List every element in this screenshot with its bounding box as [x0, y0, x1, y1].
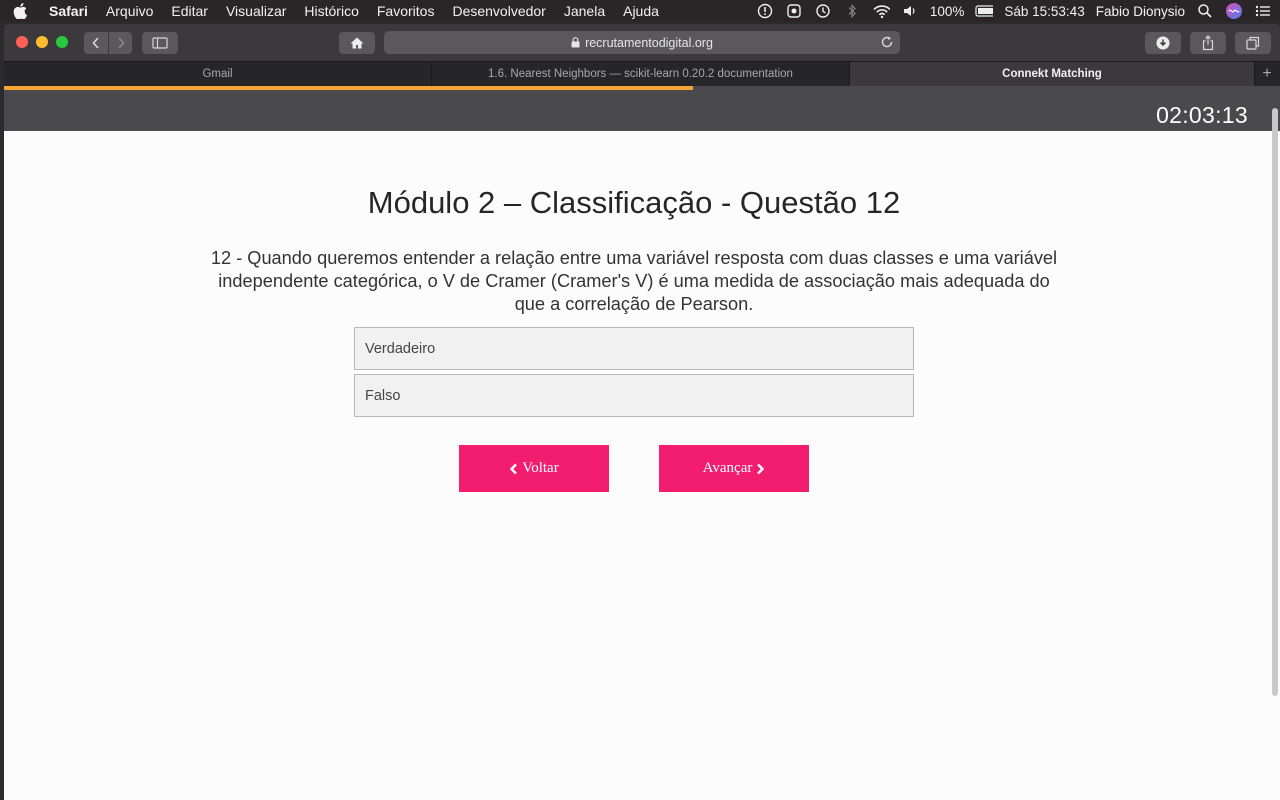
menu-ajuda[interactable]: Ajuda	[614, 0, 668, 22]
menu-visualizar[interactable]: Visualizar	[217, 0, 295, 22]
share-button[interactable]	[1190, 32, 1226, 54]
tab-overview-button[interactable]	[1235, 32, 1271, 54]
back-button[interactable]: Voltar	[459, 445, 609, 492]
countdown-timer: 02:03:13	[1156, 102, 1248, 128]
plus-icon: +	[1262, 65, 1272, 82]
downloads-button[interactable]	[1145, 32, 1181, 54]
next-button-label: Avançar	[702, 460, 753, 476]
tabs-icon	[1246, 36, 1260, 50]
tab-label: Gmail	[202, 68, 233, 80]
page-viewport: 02:03:13 Módulo 2 – Classificação - Ques…	[4, 86, 1280, 800]
battery-icon[interactable]	[975, 0, 994, 22]
menubar-user[interactable]: Fabio Dionysio	[1096, 4, 1185, 19]
sidebar-toggle-button[interactable]	[142, 32, 178, 54]
chevron-right-icon	[757, 463, 765, 474]
chevron-left-icon	[510, 463, 518, 474]
option-label: Verdadeiro	[365, 340, 436, 357]
tab-label: Connekt Matching	[1002, 68, 1102, 80]
volume-icon[interactable]	[901, 0, 919, 22]
minimize-window-button[interactable]	[36, 36, 48, 48]
url-text: recrutamentodigital.org	[585, 35, 713, 50]
timer-header: 02:03:13	[4, 90, 1280, 131]
notification-center-icon[interactable]	[1254, 0, 1272, 22]
siri-icon[interactable]	[1225, 0, 1243, 22]
wifi-icon[interactable]	[872, 0, 890, 22]
fullscreen-window-button[interactable]	[56, 36, 68, 48]
apple-icon[interactable]	[0, 0, 40, 22]
share-icon	[1202, 35, 1214, 51]
menu-bar: Safari Arquivo Editar Visualizar Históri…	[0, 0, 1280, 22]
tab-label: 1.6. Nearest Neighbors — scikit-learn 0.…	[488, 68, 793, 80]
close-window-button[interactable]	[16, 36, 28, 48]
answer-option-falso[interactable]: Falso	[354, 374, 914, 417]
chevron-right-icon	[117, 37, 125, 49]
back-nav-button[interactable]	[84, 32, 108, 54]
download-icon	[1156, 36, 1170, 50]
page-scrollbar[interactable]	[1272, 108, 1278, 696]
sidebar-icon	[152, 37, 168, 49]
question-title: Módulo 2 – Classificação - Questão 12	[367, 185, 901, 220]
app-status-icon[interactable]	[785, 0, 803, 22]
answer-option-verdadeiro[interactable]: Verdadeiro	[354, 327, 914, 370]
option-label: Falso	[365, 387, 401, 404]
new-tab-button[interactable]: +	[1255, 62, 1279, 86]
spotlight-icon[interactable]	[1196, 0, 1214, 22]
forward-nav-button[interactable]	[108, 32, 132, 54]
chevron-left-icon	[92, 37, 99, 49]
bluetooth-icon[interactable]	[843, 0, 861, 22]
menu-historico[interactable]: Histórico	[295, 0, 367, 22]
back-button-label: Voltar	[522, 460, 559, 476]
history-nav	[84, 32, 132, 54]
lock-icon	[571, 37, 580, 48]
tab-gmail[interactable]: Gmail	[4, 62, 432, 86]
menu-desenvolvedor[interactable]: Desenvolvedor	[443, 0, 554, 22]
battery-percent: 100%	[929, 3, 965, 19]
menu-favoritos[interactable]: Favoritos	[368, 0, 444, 22]
time-machine-icon[interactable]	[814, 0, 832, 22]
menubar-clock[interactable]: Sáb 15:53:43	[1004, 4, 1084, 19]
menu-safari[interactable]: Safari	[40, 0, 97, 22]
tab-connekt-matching[interactable]: Connekt Matching	[850, 62, 1255, 86]
menu-arquivo[interactable]: Arquivo	[97, 0, 162, 22]
tab-scikit-learn[interactable]: 1.6. Nearest Neighbors — scikit-learn 0.…	[432, 62, 850, 86]
home-icon	[350, 37, 364, 49]
address-bar[interactable]: recrutamentodigital.org	[384, 31, 900, 54]
browser-window: recrutamentodigital.org Gmail 1.6. Neare…	[4, 24, 1280, 800]
info-icon[interactable]	[756, 0, 774, 22]
question-text: 12 - Quando queremos entender a relação …	[210, 248, 1058, 314]
browser-toolbar: recrutamentodigital.org	[4, 24, 1280, 61]
menu-janela[interactable]: Janela	[555, 0, 614, 22]
reload-icon[interactable]	[880, 35, 894, 49]
menu-editar[interactable]: Editar	[162, 0, 217, 22]
home-button[interactable]	[339, 32, 375, 54]
next-button[interactable]: Avançar	[659, 445, 809, 492]
tab-bar: Gmail 1.6. Nearest Neighbors — scikit-le…	[4, 61, 1280, 86]
